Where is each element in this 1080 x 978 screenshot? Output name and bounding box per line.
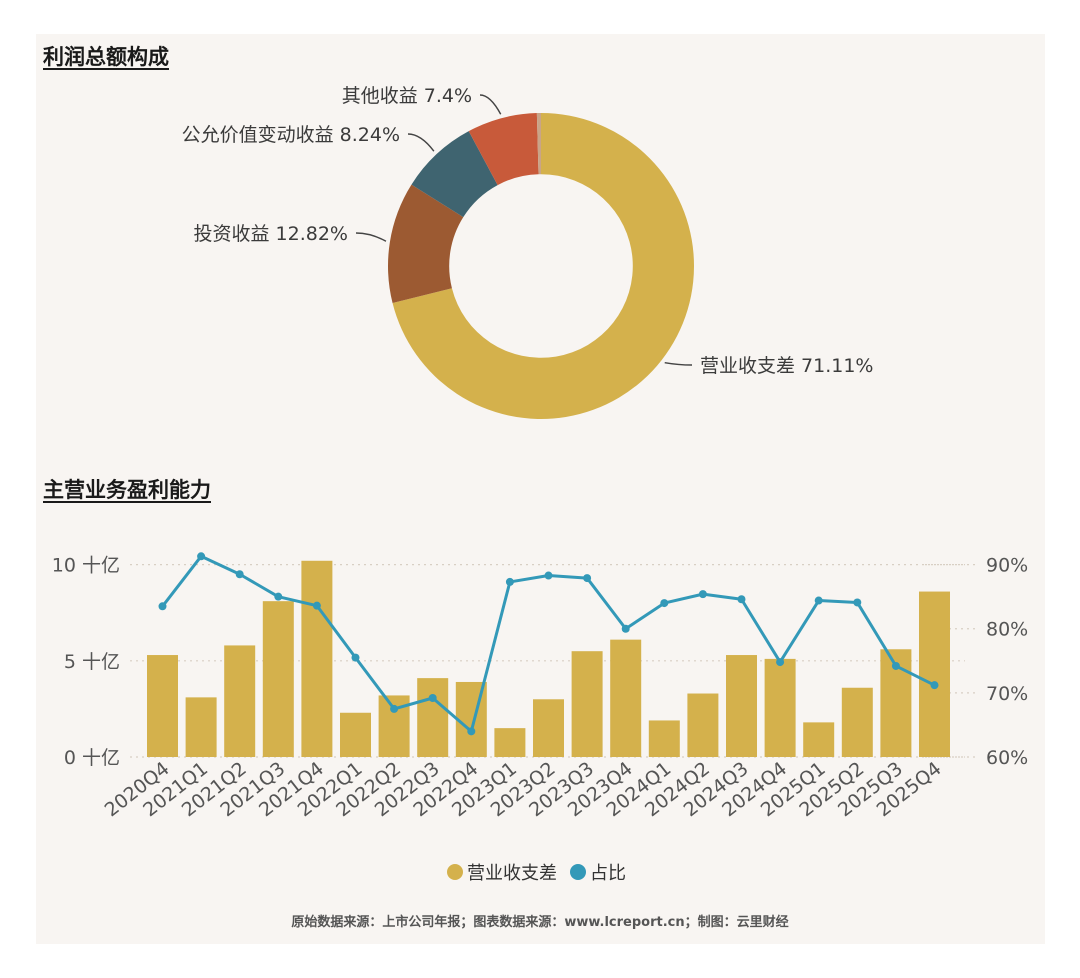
ratio-point-2024Q2	[698, 590, 707, 599]
bar-2020Q4	[147, 655, 178, 757]
y-right-tick-label: 80%	[986, 619, 1028, 641]
ratio-point-2021Q3	[274, 592, 283, 601]
bar-2025Q2	[841, 687, 873, 757]
donut-leader-line	[407, 133, 435, 152]
ratio-point-2022Q1	[351, 653, 360, 662]
legend-label-revenue: 营业收支差	[467, 863, 557, 884]
legend-swatch-ratio	[570, 864, 586, 880]
donut-leader-line	[664, 361, 693, 366]
source-footer: 原始数据来源：上市公司年报；图表数据来源：www.lcreport.cn；制图：…	[291, 915, 789, 930]
ratio-point-2021Q1	[197, 552, 206, 561]
ratio-point-2022Q3	[428, 694, 437, 703]
legend-swatch-revenue	[447, 864, 463, 880]
bar-2024Q1	[648, 720, 680, 757]
y-right-tick-label: 60%	[986, 747, 1028, 769]
y-left-tick-label: 10 十亿	[52, 555, 120, 577]
legend-label-ratio: 占比	[590, 863, 626, 884]
donut-slice-label: 公允价值变动收益 8.24%	[182, 124, 400, 146]
donut-slice-label: 营业收支差 71.11%	[700, 355, 874, 377]
bar-2023Q2	[533, 699, 564, 757]
bar-2023Q3	[571, 651, 603, 757]
donut-chart: 营业收支差 71.11% 投资收益 12.82% 公允价值变动收益 8.24% 其他收…	[182, 85, 874, 419]
ratio-point-2024Q1	[660, 599, 669, 608]
y-left-tick-label: 0 十亿	[64, 747, 120, 769]
bar-2021Q1	[185, 697, 217, 757]
ratio-point-2025Q2	[853, 598, 862, 607]
bar-2024Q3	[726, 655, 757, 757]
bar-2021Q2	[224, 645, 256, 757]
bar-2021Q3	[262, 601, 294, 757]
ratio-point-2024Q4	[776, 658, 785, 667]
ratio-point-2021Q2	[235, 570, 244, 579]
ratio-point-2021Q4	[312, 601, 321, 610]
ratio-point-2025Q1	[814, 596, 823, 605]
bar-2022Q3	[417, 678, 449, 757]
y-right-tick-label: 90%	[986, 555, 1028, 577]
donut-slice-label: 其他收益 7.4%	[342, 85, 472, 107]
donut-leader-line	[355, 232, 387, 242]
ratio-point-2022Q2	[390, 704, 399, 713]
ratio-point-2020Q4	[158, 602, 167, 611]
ratio-point-2023Q4	[621, 624, 630, 633]
ratio-point-2025Q3	[891, 661, 900, 670]
bar-2025Q1	[803, 722, 835, 757]
ratio-point-2023Q2	[544, 571, 553, 580]
bar-2025Q4	[919, 591, 950, 757]
bar-2023Q1	[494, 728, 526, 757]
donut-leader-line	[479, 94, 502, 115]
ratio-point-2023Q1	[505, 577, 514, 586]
bar-2022Q1	[340, 712, 371, 757]
y-right-tick-label: 70%	[986, 683, 1028, 705]
y-left-tick-label: 5 十亿	[64, 651, 120, 673]
ratio-point-2025Q4	[930, 681, 939, 690]
bar-2024Q4	[764, 658, 796, 757]
bar-line-chart: 0 十亿5 十亿10 十亿60%70%80%90%2020Q42021Q1202…	[52, 552, 1028, 884]
ratio-point-2023Q3	[583, 574, 592, 583]
ratio-point-2022Q4	[467, 727, 476, 736]
bar-2021Q4	[301, 560, 333, 757]
bar-2023Q4	[610, 639, 642, 757]
ratio-point-2024Q3	[737, 595, 746, 604]
bar-2024Q2	[687, 693, 719, 757]
donut-slice-label: 投资收益 12.82%	[194, 223, 349, 245]
